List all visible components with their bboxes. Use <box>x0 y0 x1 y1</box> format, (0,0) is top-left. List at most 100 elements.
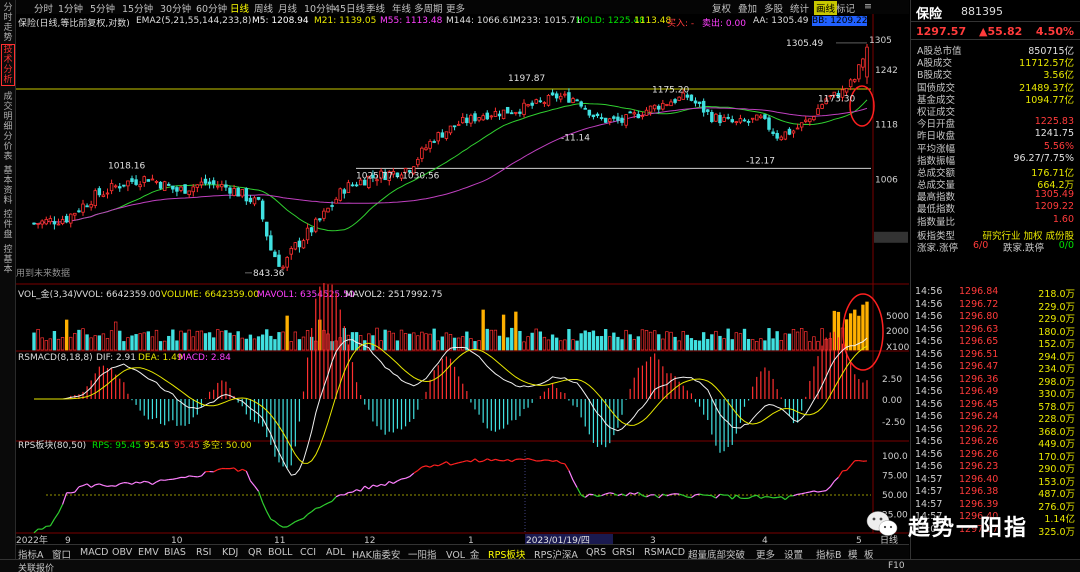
candle-body <box>167 183 171 186</box>
period-11[interactable]: 季线 <box>366 1 385 15</box>
candle-body <box>771 131 775 135</box>
stat-row: 总成交额 176.71亿 <box>911 165 1080 179</box>
period-9[interactable]: 10分钟 <box>304 1 335 15</box>
rps-value-2: 95.45 <box>144 441 170 451</box>
period-3[interactable]: 15分钟 <box>122 1 153 15</box>
period-2[interactable]: 5分钟 <box>90 1 115 15</box>
candle-body <box>134 179 138 185</box>
rps-line-segment <box>837 470 844 478</box>
x-axis-label: 12 <box>364 536 375 544</box>
rps-line-segment <box>715 493 721 499</box>
toolbar-right-1[interactable]: 叠加 <box>738 1 757 15</box>
period-5[interactable]: 60分钟 <box>196 1 227 15</box>
candle-body <box>608 118 612 122</box>
toolbar-right-0[interactable]: 复权 <box>712 1 731 15</box>
rps-line-segment <box>262 502 268 512</box>
bottom-tab-6[interactable]: RSI <box>196 547 211 558</box>
volume-bar <box>518 330 522 351</box>
period-10[interactable]: 45日线 <box>334 1 365 15</box>
candle-body <box>853 79 857 82</box>
tick-row: 14:56 1296.49 330.0万 <box>911 386 1080 400</box>
bottom-tab-18[interactable]: GRSI <box>612 547 635 558</box>
candle-body <box>416 159 420 166</box>
volume-bar <box>799 328 804 351</box>
updown-label: 涨家.涨停 <box>917 243 959 254</box>
rps-line-segment <box>82 483 88 487</box>
period-0[interactable]: 分时 <box>34 1 53 15</box>
toolbar-right-3[interactable]: 统计 <box>790 1 809 15</box>
volume-bar <box>477 340 481 351</box>
x-axis-label: 2022年 <box>16 534 48 544</box>
left-tab-3[interactable]: 分价表 <box>1 132 15 162</box>
bottom-tab-19[interactable]: RSMACD <box>644 547 685 558</box>
related-quote-label[interactable]: 关联报价 <box>18 561 54 572</box>
tick-list[interactable]: 14:56 1296.84 218.0万 14:56 1296.72 229.0万 14:5… <box>911 286 1080 538</box>
period-8[interactable]: 月线 <box>278 1 297 15</box>
rps-line-segment <box>634 491 639 495</box>
candle-body <box>628 111 632 114</box>
bottom-tab-3[interactable]: OBV <box>112 547 132 558</box>
f10-button[interactable]: F10 <box>888 561 905 571</box>
bottom-tab-11[interactable]: ADL <box>326 547 345 558</box>
volume-bar <box>538 331 543 351</box>
toolbar-right-2[interactable]: 多股 <box>764 1 783 15</box>
rps-line-segment <box>748 495 753 499</box>
volume-bar <box>795 331 800 351</box>
bottom-tab-2[interactable]: MACD <box>80 547 108 558</box>
left-tab-4[interactable]: 基本资料 <box>1 166 15 206</box>
period-6[interactable]: 日线 <box>230 1 249 15</box>
bottom-tab-8[interactable]: QR <box>248 547 262 558</box>
tick-price: 1296.38 <box>959 486 999 497</box>
tick-time: 14:56 <box>915 423 943 435</box>
volume-bar <box>599 336 604 351</box>
period-14[interactable]: 更多 <box>446 1 465 15</box>
period-13[interactable]: 多周期 <box>414 1 443 15</box>
candle-body <box>420 147 424 159</box>
candle-body <box>689 94 694 101</box>
rps-line-segment <box>421 465 427 468</box>
rps-line-segment <box>393 480 398 484</box>
volume-bar <box>648 331 653 351</box>
left-tab-0[interactable]: 分时走势 <box>1 3 15 43</box>
left-tab-1[interactable]: 技术分析 <box>1 44 15 86</box>
candle-body <box>612 116 616 119</box>
kline-chart-svg[interactable]: 1305124211181006901.71305.491197.871175.… <box>16 14 915 546</box>
bottom-tab-7[interactable]: KDJ <box>222 547 238 558</box>
period-4[interactable]: 30分钟 <box>160 1 191 15</box>
volume-bar <box>171 329 175 351</box>
volume-bar <box>293 331 298 351</box>
period-1[interactable]: 1分钟 <box>58 1 83 15</box>
toolbar-right-5[interactable]: 标记 <box>836 1 855 15</box>
highlight-circle-price <box>849 85 875 127</box>
status-bar: 关联报价 F10 <box>0 559 1080 572</box>
rps-line-segment <box>780 496 786 501</box>
volume-bar <box>122 341 126 351</box>
volume-bar <box>510 327 514 351</box>
period-7[interactable]: 周线 <box>254 1 273 15</box>
rps-line-segment <box>53 512 59 520</box>
toolbar-right-4[interactable]: 画线 <box>814 1 838 15</box>
left-tab-5[interactable]: 控件盘 <box>1 210 15 240</box>
candle-body <box>714 113 718 122</box>
bottom-tab-10[interactable]: CCI <box>300 547 316 558</box>
bottom-tab-9[interactable]: BOLL <box>268 547 292 558</box>
bottom-tab-17[interactable]: QRS <box>586 547 606 558</box>
rps-line-segment <box>597 494 602 497</box>
candle-body <box>122 184 126 187</box>
bottom-tab-4[interactable]: EMV <box>138 547 159 558</box>
left-tab-2[interactable]: 成交明细 <box>1 92 15 132</box>
candle-body <box>428 141 432 149</box>
rps-line-segment <box>683 494 688 498</box>
rps-line-segment <box>642 494 647 498</box>
toolbar-right-6[interactable]: ≡ <box>864 1 872 12</box>
tick-price: 1296.84 <box>959 286 999 297</box>
chart-area[interactable]: 1305124211181006901.71305.491197.871175.… <box>16 14 915 546</box>
period-12[interactable]: 年线 <box>392 1 411 15</box>
volume-bar <box>612 332 616 351</box>
stat-row: A股总市值 850715亿 <box>911 43 1080 57</box>
candle-body <box>779 136 783 141</box>
left-tab-6[interactable]: 控基本 <box>1 245 15 275</box>
rps-line-segment <box>735 494 741 499</box>
bottom-tab-5[interactable]: BIAS <box>164 547 186 558</box>
volume-bar <box>432 328 436 351</box>
